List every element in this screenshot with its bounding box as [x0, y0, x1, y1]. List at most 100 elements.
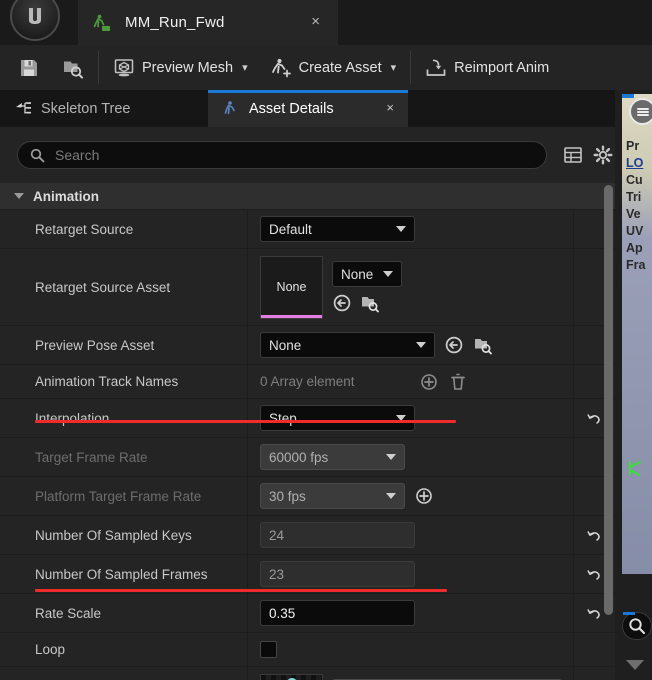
loop-checkbox[interactable] — [260, 641, 277, 658]
reset-cell — [573, 633, 615, 666]
preview-mesh-button[interactable]: Preview Mesh ▾ — [102, 45, 259, 90]
use-selected-icon[interactable] — [444, 335, 464, 355]
interpolation-dropdown[interactable]: Step — [260, 405, 415, 431]
unreal-animation-editor: MM_Run_Fwd × Preview Mesh ▾ Create Asset… — [0, 0, 652, 680]
asset-details-icon — [223, 100, 240, 117]
viewport-stat-line: Ap — [626, 241, 643, 255]
property-label: Preview Pose Asset — [0, 326, 248, 364]
property-row-preview-pose-asset: Preview Pose Asset None — [0, 326, 615, 365]
browse-folder-icon — [62, 57, 84, 79]
thumbnail-underline — [261, 314, 322, 318]
viewport-menu-icon[interactable] — [629, 98, 652, 125]
scrollbar-thumb[interactable] — [604, 185, 613, 615]
add-element-icon[interactable] — [414, 486, 434, 506]
tab-asset-details[interactable]: Asset Details × — [208, 90, 408, 127]
reimport-icon — [425, 57, 447, 79]
retarget-source-dropdown[interactable]: Default — [260, 216, 415, 242]
use-selected-icon[interactable] — [332, 293, 352, 313]
viewport-render-area[interactable]: Pr LO Cu Tri Ve UV Ap Fra — [622, 94, 652, 574]
preview-pose-asset-dropdown[interactable]: None — [260, 332, 435, 358]
panel-tab-bar: Skeleton Tree Asset Details × — [0, 90, 615, 127]
viewport-stat-line: Ve — [626, 207, 641, 221]
interpolation-value: Step — [269, 410, 297, 426]
property-row-interpolation: Interpolation Step — [0, 399, 615, 438]
number-of-sampled-frames-value: 23 — [269, 566, 285, 582]
reset-to-default-icon[interactable] — [573, 667, 615, 680]
chevron-down-icon — [396, 226, 406, 232]
viewport-stat-line: Tri — [626, 190, 642, 204]
chevron-down-icon[interactable] — [626, 660, 644, 670]
number-of-sampled-keys-field: 24 — [260, 522, 415, 548]
skeleton-thumbnail[interactable] — [260, 673, 323, 680]
chevron-down-icon — [14, 193, 24, 199]
browse-button[interactable] — [51, 45, 95, 90]
preview-mesh-icon — [113, 57, 135, 79]
property-row-animation-track-names: Animation Track Names 0 Array element — [0, 365, 615, 399]
details-scrollbar[interactable] — [604, 185, 613, 615]
title-bar: MM_Run_Fwd × — [0, 0, 652, 45]
main-toolbar: Preview Mesh ▾ Create Asset ▾ Reimport A… — [0, 45, 652, 90]
preview-pose-asset-value: None — [269, 337, 302, 353]
retarget-source-asset-dropdown[interactable]: None — [332, 261, 402, 287]
preview-viewport[interactable]: Pr LO Cu Tri Ve UV Ap Fra — [620, 90, 652, 680]
asset-editor-tab[interactable]: MM_Run_Fwd × — [78, 0, 338, 45]
reimport-anim-label: Reimport Anim — [454, 59, 550, 76]
create-asset-label: Create Asset — [298, 59, 382, 76]
property-label: Target Frame Rate — [0, 438, 248, 476]
property-row-target-frame-rate: Target Frame Rate 60000 fps — [0, 438, 615, 477]
retarget-source-asset-value: None — [341, 266, 374, 282]
property-label: Rate Scale — [0, 594, 248, 632]
table-view-icon[interactable] — [563, 145, 583, 165]
unreal-engine-logo-icon[interactable] — [10, 0, 60, 41]
rate-scale-field[interactable]: 0.35 — [260, 600, 415, 626]
viewport-stat-line[interactable]: LO — [626, 155, 645, 172]
chevron-down-icon — [386, 454, 396, 460]
property-label: Retarget Source Asset — [0, 249, 248, 325]
create-asset-button[interactable]: Create Asset ▾ — [259, 45, 408, 90]
viewport-stats-overlay: Pr LO Cu Tri Ve UV Ap Fra — [626, 138, 645, 274]
category-label: Animation — [33, 188, 99, 204]
preview-mesh-label: Preview Mesh — [142, 59, 234, 76]
save-icon — [18, 57, 40, 79]
property-label: Interpolation — [0, 399, 248, 437]
tab-skeleton-tree[interactable]: Skeleton Tree — [0, 90, 145, 127]
chevron-down-icon[interactable]: ▾ — [242, 61, 248, 74]
asset-tab-title: MM_Run_Fwd — [125, 14, 225, 31]
search-icon — [30, 148, 45, 163]
viewport-search-box[interactable] — [622, 612, 652, 640]
toolbar-divider — [410, 51, 412, 84]
gear-icon[interactable] — [593, 145, 613, 165]
platform-target-frame-rate-dropdown: 30 fps — [260, 483, 405, 509]
property-row-platform-target-frame-rate: Platform Target Frame Rate 30 fps — [0, 477, 615, 516]
property-row-rate-scale: Rate Scale 0.35 — [0, 594, 615, 633]
viewport-accent-bar — [622, 94, 634, 98]
reimport-anim-button[interactable]: Reimport Anim — [414, 45, 560, 90]
browse-content-icon[interactable] — [473, 335, 493, 355]
chevron-down-icon — [386, 493, 396, 499]
platform-target-frame-rate-value: 30 fps — [269, 488, 306, 504]
property-label: Platform Target Frame Rate — [0, 477, 248, 515]
animation-sequence-icon — [92, 13, 112, 33]
rate-scale-value: 0.35 — [269, 605, 296, 621]
search-input[interactable] — [55, 147, 534, 163]
chevron-down-icon — [383, 271, 393, 277]
retarget-source-asset-thumbnail[interactable]: None — [260, 255, 323, 319]
browse-content-icon[interactable] — [360, 293, 380, 313]
tab-asset-details-label: Asset Details — [249, 100, 334, 117]
target-frame-rate-value: 60000 fps — [269, 449, 329, 465]
tab-skeleton-tree-label: Skeleton Tree — [41, 100, 131, 117]
viewport-stat-line: Fra — [626, 258, 646, 272]
category-header-animation[interactable]: Animation — [0, 183, 615, 210]
property-label: Skeleton — [0, 667, 248, 680]
array-element-count: 0 Array element — [260, 374, 355, 389]
add-element-icon[interactable] — [419, 372, 439, 392]
property-row-loop: Loop — [0, 633, 615, 667]
close-icon[interactable]: × — [386, 101, 394, 114]
chevron-down-icon[interactable]: ▾ — [391, 61, 397, 74]
retarget-source-value: Default — [269, 221, 312, 237]
close-icon[interactable]: × — [311, 14, 320, 29]
toolbar-divider — [98, 51, 99, 84]
search-box[interactable] — [17, 141, 547, 169]
save-button[interactable] — [0, 45, 51, 90]
delete-icon[interactable] — [448, 372, 468, 392]
